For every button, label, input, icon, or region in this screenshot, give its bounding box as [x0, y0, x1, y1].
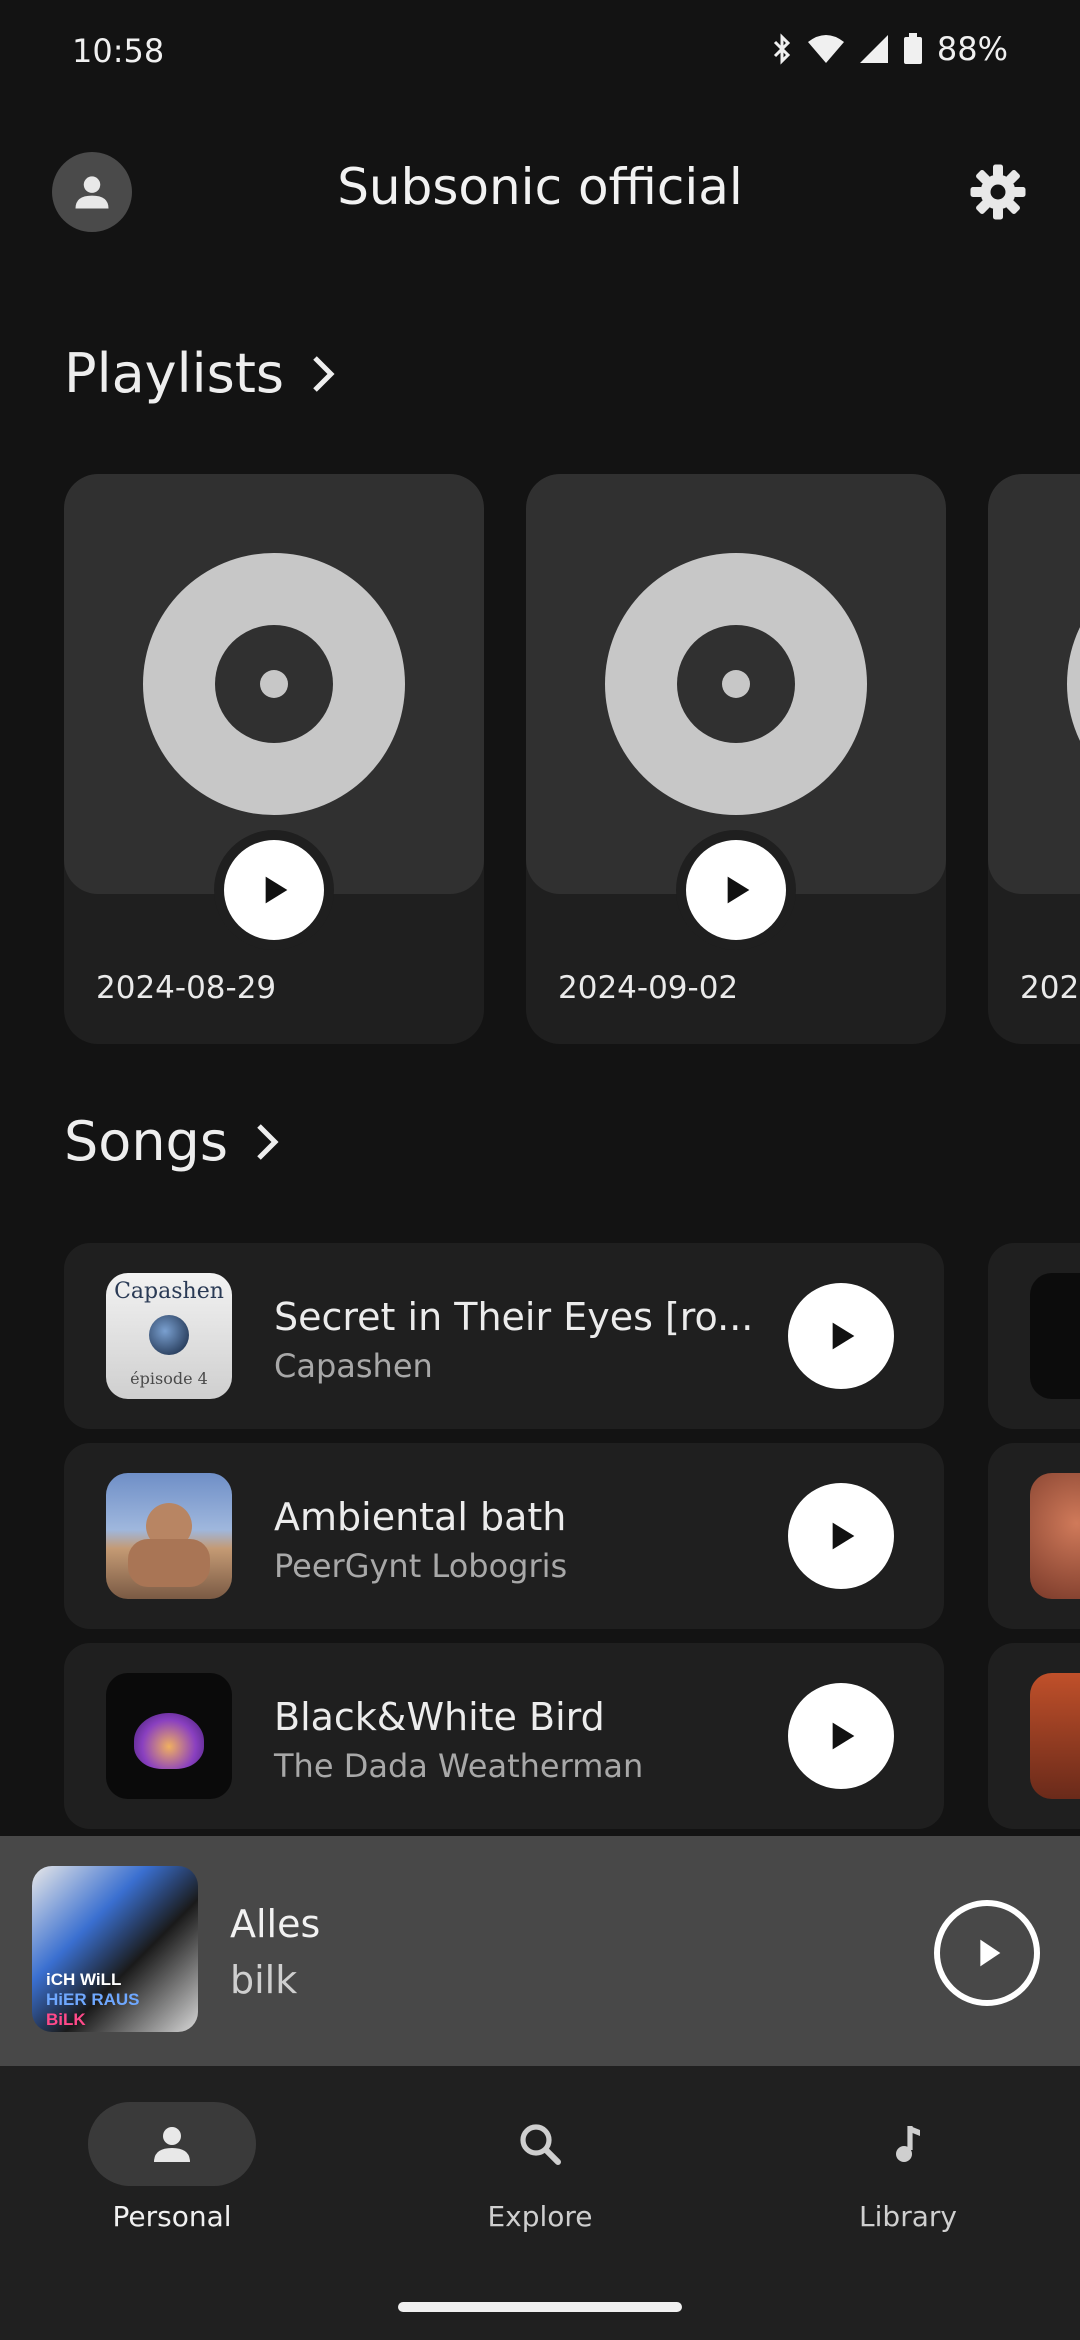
song-artist: The Dada Weatherman: [274, 1747, 644, 1785]
nav-label: Explore: [487, 2200, 593, 2233]
mini-player-play-button[interactable]: [934, 1900, 1040, 2006]
playlist-date: 2024-08-29: [96, 970, 277, 1006]
song-title: Secret in Their Eyes [ro...: [274, 1295, 754, 1339]
nav-item-personal[interactable]: Personal: [22, 2102, 322, 2233]
play-icon: [727, 876, 750, 904]
song-artist: PeerGynt Lobogris: [274, 1547, 568, 1585]
disc-icon: [143, 553, 405, 815]
song-row[interactable]: [988, 1243, 1080, 1429]
album-art: [106, 1673, 232, 1799]
now-playing-artist: bilk: [230, 1958, 298, 2002]
wifi-icon: [807, 35, 844, 63]
status-icons: 88%: [771, 30, 1008, 68]
nav-label: Library: [859, 2200, 957, 2233]
play-icon: [832, 1322, 855, 1350]
song-row[interactable]: [988, 1643, 1080, 1829]
album-art-text: Capashen: [114, 1279, 224, 1304]
play-icon: [832, 1522, 855, 1550]
battery-level: 88%: [936, 30, 1008, 68]
battery-icon: [903, 33, 922, 64]
album-art: [1030, 1273, 1080, 1399]
music-note-icon: [896, 2126, 920, 2162]
disc-icon: [1067, 553, 1080, 815]
playlist-cover: [988, 474, 1080, 894]
bluetooth-icon: [773, 33, 790, 65]
songs-title: Songs: [64, 1110, 228, 1173]
settings-button[interactable]: [966, 160, 1030, 224]
nav-item-explore[interactable]: Explore: [390, 2102, 690, 2233]
play-icon: [265, 876, 288, 904]
disc-icon: [605, 553, 867, 815]
song-play-button[interactable]: [788, 1483, 894, 1589]
playlist-card[interactable]: 2024-08-29: [64, 474, 484, 1044]
song-row[interactable]: Black&White Bird The Dada Weatherman: [64, 1643, 944, 1829]
playlist-card[interactable]: 2024-09-02: [526, 474, 946, 1044]
status-time: 10:58: [72, 32, 165, 70]
song-play-button[interactable]: [788, 1283, 894, 1389]
album-art: [1030, 1473, 1080, 1599]
nav-pill: [456, 2102, 624, 2186]
playlist-date: 2024-09-02: [558, 970, 739, 1006]
play-icon: [832, 1722, 855, 1750]
song-artist: Capashen: [274, 1347, 433, 1385]
album-art-text: iCH WiLL: [46, 1970, 122, 1989]
song-row[interactable]: Ambiental bath PeerGynt Lobogris: [64, 1443, 944, 1629]
bottom-navigation: Personal Explore Library: [0, 2066, 1080, 2340]
song-row[interactable]: Capashen épisode 4 Secret in Their Eyes …: [64, 1243, 944, 1429]
song-row[interactable]: [988, 1443, 1080, 1629]
song-title: Black&White Bird: [274, 1695, 605, 1739]
playlists-section-header[interactable]: Playlists: [64, 342, 336, 405]
nav-pill-active: [88, 2102, 256, 2186]
album-art: [106, 1473, 232, 1599]
now-playing-title: Alles: [230, 1902, 321, 1946]
playlist-play-button[interactable]: [686, 840, 786, 940]
album-art-subtext: épisode 4: [130, 1369, 208, 1388]
playlist-play-button[interactable]: [224, 840, 324, 940]
page-title: Subsonic official: [337, 158, 743, 216]
nav-item-library[interactable]: Library: [758, 2102, 1058, 2233]
album-art-text: HiER RAUS: [46, 1990, 140, 2009]
album-art-text: BiLK: [46, 2010, 86, 2029]
signal-icon: [859, 35, 888, 63]
home-indicator[interactable]: [398, 2302, 682, 2312]
song-title: Ambiental bath: [274, 1495, 567, 1539]
playlists-title: Playlists: [64, 342, 285, 405]
person-icon: [154, 2127, 190, 2162]
mini-player[interactable]: iCH WiLL HiER RAUS BiLK Alles bilk: [0, 1836, 1080, 2066]
chevron-right-icon: [257, 1123, 279, 1160]
gear-icon: [970, 164, 1026, 220]
search-icon: [520, 2124, 561, 2165]
album-art: [1030, 1673, 1080, 1799]
nav-label: Personal: [112, 2200, 232, 2233]
chevron-right-icon: [313, 355, 335, 392]
songs-section-header[interactable]: Songs: [64, 1110, 280, 1173]
playlist-card[interactable]: 2024-: [988, 474, 1080, 1044]
playlist-date: 2024-: [1020, 970, 1080, 1006]
now-playing-art: iCH WiLL HiER RAUS BiLK: [32, 1866, 198, 2032]
play-icon: [980, 1939, 1001, 1967]
song-play-button[interactable]: [788, 1683, 894, 1789]
album-art: Capashen épisode 4: [106, 1273, 232, 1399]
nav-pill: [824, 2102, 992, 2186]
